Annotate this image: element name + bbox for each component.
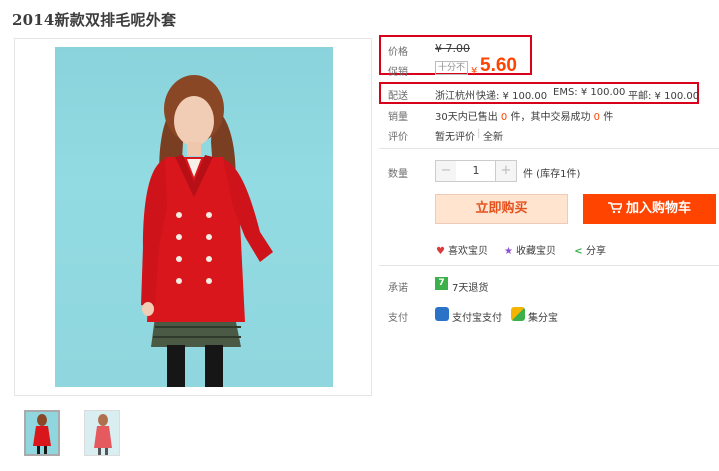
main-image-frame bbox=[14, 38, 372, 396]
shipping-express: 快递: ¥ 100.00 bbox=[476, 91, 548, 102]
review-all[interactable]: 全新 bbox=[483, 128, 503, 143]
product-title: 2014新款双排毛呢外套 bbox=[12, 11, 177, 29]
sales-count: 0 bbox=[500, 112, 508, 123]
product-photo[interactable] bbox=[55, 47, 333, 387]
cart-icon bbox=[607, 195, 624, 214]
quantity-stock: 件 (库存1件) bbox=[523, 169, 581, 180]
review-separator: | bbox=[477, 128, 481, 139]
thumbnail-2[interactable] bbox=[84, 410, 120, 456]
thumbnail-1[interactable] bbox=[24, 410, 60, 456]
buy-now-button[interactable]: 立即购买 bbox=[435, 194, 568, 224]
promo-price: 5.60 bbox=[480, 55, 517, 76]
thumbnail-2-image bbox=[85, 411, 119, 455]
review-none[interactable]: 暂无评价 bbox=[435, 128, 475, 143]
promo-tag: 十分不 bbox=[435, 61, 469, 75]
return-policy[interactable]: 7天退货 bbox=[452, 279, 488, 294]
sales-text: 30天内已售出 0 件，其中交易成功 0 件 bbox=[435, 108, 613, 123]
share-action[interactable]: < 分享 bbox=[573, 242, 606, 257]
sales-prefix: 30天内已售出 bbox=[435, 112, 498, 123]
star-icon: ★ bbox=[504, 246, 513, 257]
sales-success: 0 bbox=[593, 112, 601, 123]
return-7day-icon: 7 bbox=[435, 277, 448, 290]
quantity-label: 数量 bbox=[388, 169, 408, 180]
divider bbox=[379, 265, 719, 266]
review-label: 评价 bbox=[388, 132, 408, 143]
jifenbao-label[interactable]: 集分宝 bbox=[528, 309, 558, 324]
currency-symbol: ¥ bbox=[471, 66, 478, 77]
payment-label: 支付 bbox=[388, 313, 408, 324]
thumbnail-1-image bbox=[26, 412, 58, 454]
alipay-label[interactable]: 支付宝支付 bbox=[452, 309, 502, 324]
sales-label: 销量 bbox=[388, 112, 408, 123]
shipping-surface: 平邮: ¥ 100.00 bbox=[628, 91, 700, 102]
promo-label: 促销 bbox=[388, 67, 408, 78]
add-to-cart-button[interactable]: 加入购物车 bbox=[583, 194, 716, 224]
favorite-action[interactable]: ★ 收藏宝贝 bbox=[503, 242, 556, 257]
add-to-cart-label: 加入购物车 bbox=[625, 201, 691, 216]
jifenbao-icon bbox=[511, 307, 525, 321]
model-figure bbox=[141, 75, 273, 387]
quantity-minus-button[interactable]: − bbox=[435, 160, 457, 182]
share-label: 分享 bbox=[586, 246, 606, 257]
promise-label: 承诺 bbox=[388, 283, 408, 294]
alipay-icon bbox=[435, 307, 449, 321]
shipping-ems: EMS: ¥ 100.00 bbox=[553, 87, 626, 98]
sales-mid: 件，其中交易成功 bbox=[510, 112, 591, 123]
shipping-label: 配送 bbox=[388, 91, 408, 102]
quantity-input[interactable]: 1 bbox=[456, 160, 496, 182]
like-action[interactable]: ♥ 喜欢宝贝 bbox=[435, 242, 488, 257]
favorite-label: 收藏宝贝 bbox=[516, 246, 556, 257]
divider bbox=[379, 148, 719, 149]
quantity-plus-button[interactable]: + bbox=[495, 160, 517, 182]
shipping-location[interactable]: 浙江杭州 bbox=[435, 87, 475, 102]
original-price: ¥ 7.00 bbox=[435, 42, 470, 55]
share-icon: < bbox=[574, 246, 583, 257]
heart-icon: ♥ bbox=[436, 246, 445, 257]
like-label: 喜欢宝贝 bbox=[448, 246, 488, 257]
price-label: 价格 bbox=[388, 47, 408, 58]
sales-suffix: 件 bbox=[603, 112, 614, 123]
